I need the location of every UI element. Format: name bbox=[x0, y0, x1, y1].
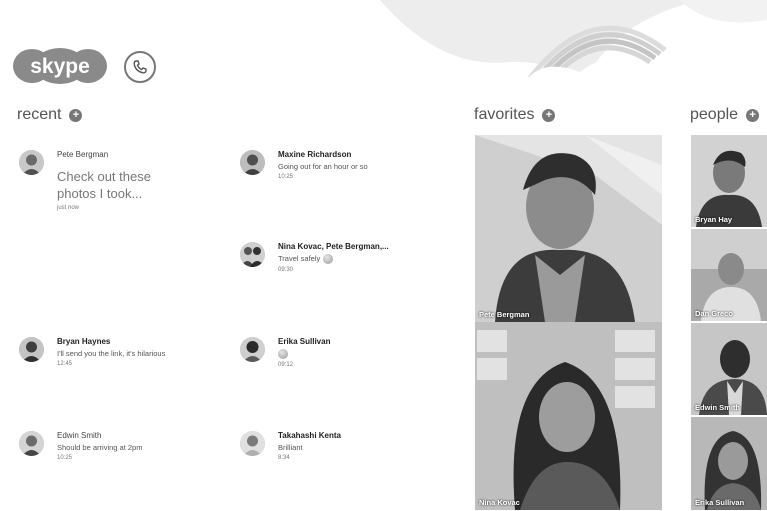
people-header[interactable]: people + bbox=[690, 106, 760, 124]
people-tile[interactable]: Edwin Smith bbox=[691, 323, 767, 415]
people-add-icon[interactable]: + bbox=[746, 108, 760, 122]
tile-name: Nina Kovac bbox=[479, 498, 520, 507]
recent-item[interactable]: Bryan Haynes I'll send you the link, it'… bbox=[19, 337, 229, 367]
tile-name: Erika Sullivan bbox=[695, 498, 745, 507]
message-preview: Should be arriving at 2pm bbox=[57, 443, 143, 452]
message-preview: Brilliant bbox=[278, 443, 303, 452]
contact-photo bbox=[691, 135, 767, 227]
contact-photo bbox=[475, 322, 662, 510]
recent-add-icon[interactable]: + bbox=[69, 108, 83, 122]
phone-icon bbox=[133, 60, 147, 74]
message-time: 10:25 bbox=[57, 455, 73, 461]
favorite-tile[interactable]: Nina Kovac bbox=[475, 322, 662, 510]
contact-name: Erika Sullivan bbox=[278, 337, 331, 346]
tile-name: Edwin Smith bbox=[695, 403, 740, 412]
people-tile[interactable]: Bryan Hay bbox=[691, 135, 767, 227]
avatar bbox=[19, 337, 44, 362]
rainbow-cloud-decoration bbox=[380, 0, 767, 120]
contact-name: Edwin Smith bbox=[57, 431, 102, 440]
contact-photo bbox=[691, 229, 767, 321]
message-preview: Travel safely bbox=[278, 254, 389, 265]
favorites-header[interactable]: favorites + bbox=[474, 106, 556, 124]
logo-text: skype bbox=[30, 55, 90, 78]
contact-name: Maxine Richardson bbox=[278, 150, 352, 159]
contact-photo bbox=[475, 135, 662, 322]
tile-name: Pete Bergman bbox=[479, 310, 530, 319]
people-tile[interactable]: Erika Sullivan bbox=[691, 417, 767, 510]
message-time: 10:25 bbox=[278, 174, 294, 180]
recent-item[interactable]: Pete Bergman Check out these photos I to… bbox=[19, 150, 219, 211]
message-time: 09:12 bbox=[278, 362, 294, 369]
contact-name: Takahashi Kenta bbox=[278, 431, 341, 440]
tile-name: Bryan Hay bbox=[695, 215, 733, 224]
contact-photo bbox=[691, 417, 767, 510]
recent-title: recent bbox=[17, 106, 62, 123]
avatar bbox=[19, 150, 44, 175]
smiley-icon bbox=[323, 254, 334, 265]
recent-item[interactable]: Erika Sullivan 09:12 bbox=[240, 337, 440, 368]
favorite-tile[interactable]: Pete Bergman bbox=[475, 135, 662, 322]
message-preview: Check out these photos I took... bbox=[57, 169, 151, 201]
recent-item[interactable]: Nina Kovac, Pete Bergman,... Travel safe… bbox=[240, 242, 450, 273]
message-time: 09:30 bbox=[278, 267, 294, 274]
recent-item[interactable]: Edwin Smith Should be arriving at 2pm 10… bbox=[19, 431, 219, 461]
favorites-add-icon[interactable]: + bbox=[542, 108, 556, 122]
message-preview: Going out for an hour or so bbox=[278, 162, 368, 171]
recent-item[interactable]: Maxine Richardson Going out for an hour … bbox=[240, 150, 440, 180]
avatar bbox=[240, 150, 265, 175]
contact-name: Nina Kovac, Pete Bergman,... bbox=[278, 242, 389, 251]
call-button[interactable] bbox=[124, 51, 156, 83]
contact-name: Bryan Haynes bbox=[57, 337, 111, 346]
avatar bbox=[240, 337, 265, 362]
message-time: 8:34 bbox=[278, 455, 290, 461]
contact-name: Pete Bergman bbox=[57, 150, 109, 159]
favorites-title: favorites bbox=[474, 106, 535, 123]
message-preview bbox=[278, 349, 330, 360]
message-time: 12:45 bbox=[57, 361, 73, 367]
skype-logo: skype bbox=[13, 48, 107, 84]
tile-name: Dan Greco bbox=[695, 309, 733, 318]
contact-photo bbox=[691, 323, 767, 415]
avatar bbox=[19, 431, 44, 456]
recent-item[interactable]: Takahashi Kenta Brilliant 8:34 bbox=[240, 431, 440, 461]
message-time: just now bbox=[57, 205, 80, 211]
recent-header[interactable]: recent + bbox=[17, 106, 83, 124]
smiley-icon bbox=[278, 349, 288, 360]
people-title: people bbox=[690, 106, 739, 123]
group-avatar bbox=[240, 242, 265, 267]
people-tile[interactable]: Dan Greco bbox=[691, 229, 767, 321]
avatar bbox=[240, 431, 265, 456]
message-preview: I'll send you the link, it's hilarious bbox=[57, 349, 166, 358]
